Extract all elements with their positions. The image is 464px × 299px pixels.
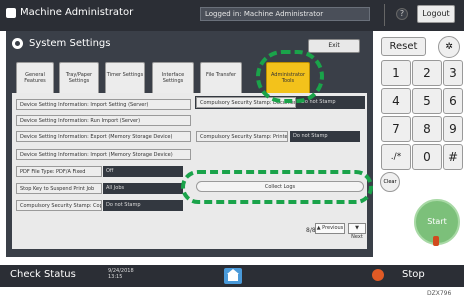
setting-stop-key-suspend-value: All Jobs xyxy=(103,183,183,194)
clock-time: 13:15 xyxy=(108,274,123,280)
key-2[interactable]: 2 xyxy=(412,60,442,86)
highlight-administrator-tools xyxy=(256,50,324,103)
screen: Machine Administrator Logged in: Machine… xyxy=(0,0,464,299)
key-5[interactable]: 5 xyxy=(412,88,442,114)
key-star[interactable]: ./* xyxy=(381,144,411,170)
setting-export-memory-device[interactable]: Device Setting Information: Export (Memo… xyxy=(16,131,191,142)
clear-button[interactable]: Clear xyxy=(380,172,400,192)
setting-import-memory-device[interactable]: Device Setting Information: Import (Memo… xyxy=(16,149,191,160)
key-4[interactable]: 4 xyxy=(381,88,411,114)
setting-security-stamp-printer-value: Do not Stamp xyxy=(290,131,360,142)
key-hash[interactable]: # xyxy=(443,144,463,170)
tab-general-features[interactable]: General Features xyxy=(16,62,54,96)
tab-file-transfer[interactable]: File Transfer xyxy=(200,62,242,96)
stop-icon[interactable] xyxy=(372,269,384,281)
setting-security-stamp-printer[interactable]: Compulsory Security Stamp: Printer xyxy=(196,131,288,142)
next-page-button[interactable]: ▼ Next xyxy=(348,223,366,240)
key-7[interactable]: 7 xyxy=(381,116,411,142)
settings-circle-icon[interactable]: ✲ xyxy=(438,36,460,58)
setting-security-stamp-copier[interactable]: Compulsory Security Stamp: Copier xyxy=(16,200,102,211)
help-icon[interactable]: ? xyxy=(396,8,408,20)
setting-run-import-server[interactable]: Device Setting Information: Run Import (… xyxy=(16,115,191,126)
tab-interface-settings[interactable]: Interface Settings xyxy=(152,62,194,96)
triangle-down-icon: ▼ xyxy=(355,225,359,231)
key-3[interactable]: 3 xyxy=(443,60,463,86)
reset-button[interactable]: Reset xyxy=(381,37,426,56)
tab-timer-settings[interactable]: Timer Settings xyxy=(105,62,145,96)
logout-button[interactable]: Logout xyxy=(417,5,455,23)
clock: 9/24/2018 13:15 xyxy=(108,268,134,280)
app-title: Machine Administrator xyxy=(20,7,134,18)
page-title: System Settings xyxy=(12,38,110,49)
previous-page-label: Previous xyxy=(322,225,344,231)
page-title-text: System Settings xyxy=(29,38,111,49)
user-indicator: Machine Administrator xyxy=(6,7,133,18)
setting-security-stamp-copier-value: Do not Stamp xyxy=(103,200,183,211)
setting-pdfa-fixed-value: Off xyxy=(103,166,183,177)
home-icon[interactable] xyxy=(224,268,242,284)
start-indicator-icon xyxy=(433,236,439,246)
check-status-button[interactable]: Check Status xyxy=(10,269,76,280)
previous-page-button[interactable]: ▲ Previous xyxy=(315,223,345,234)
highlight-collect-logs xyxy=(181,170,373,204)
setting-stop-key-suspend[interactable]: Stop Key to Suspend Print Job xyxy=(16,183,102,194)
stop-button[interactable]: Stop xyxy=(402,269,425,280)
key-1[interactable]: 1 xyxy=(381,60,411,86)
setting-pdfa-fixed[interactable]: PDF File Type: PDF/A Fixed xyxy=(16,166,102,177)
logged-in-status: Logged in: Machine Administrator xyxy=(200,7,370,21)
divider xyxy=(384,4,385,26)
triangle-up-icon: ▲ xyxy=(316,225,321,231)
key-0[interactable]: 0 xyxy=(412,144,442,170)
key-8[interactable]: 8 xyxy=(412,116,442,142)
key-9[interactable]: 9 xyxy=(443,116,463,142)
user-icon xyxy=(6,7,16,18)
gear-icon xyxy=(12,38,23,49)
tab-tray-paper-settings[interactable]: Tray/Paper Settings xyxy=(59,62,99,96)
key-6[interactable]: 6 xyxy=(443,88,463,114)
exit-button[interactable]: Exit xyxy=(308,39,360,53)
setting-import-setting-server[interactable]: Device Setting Information: Import Setti… xyxy=(16,99,191,110)
figure-code: DZX796 xyxy=(427,290,452,297)
next-page-label: Next xyxy=(351,234,363,240)
